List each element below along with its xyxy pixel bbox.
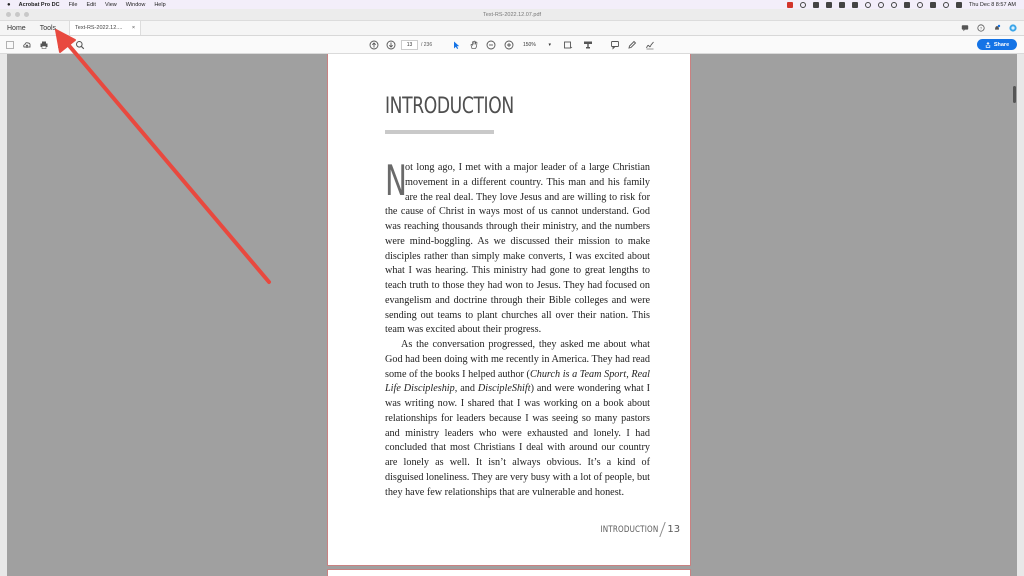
left-panel-handle[interactable] <box>0 54 7 576</box>
menu-help[interactable]: Help <box>154 2 165 8</box>
window-title-bar: Text-RS-2022.12.07.pdf <box>0 9 1024 21</box>
menu-file[interactable]: File <box>69 2 78 8</box>
previous-page-icon[interactable] <box>369 40 379 50</box>
user-avatar-icon[interactable] <box>1009 24 1017 32</box>
s-status-icon[interactable] <box>851 1 858 8</box>
paragraph-2: As the conversation progressed, they ask… <box>385 338 650 500</box>
page-body-text[interactable]: Not long ago, I met with a major leader … <box>385 156 650 500</box>
paragraph-1-text: ot long ago, I met with a major leader o… <box>385 162 650 336</box>
select-cursor-icon[interactable] <box>451 40 461 50</box>
page-footer: INTRODUCTION 13 <box>586 522 680 537</box>
hand-tool-icon[interactable] <box>469 40 479 50</box>
chart-status-icon[interactable] <box>838 1 845 8</box>
separator-2: , and <box>454 383 478 395</box>
menu-view[interactable]: View <box>105 2 117 8</box>
close-window-button[interactable] <box>6 12 11 17</box>
svg-text:?: ? <box>980 26 983 31</box>
macos-menu-bar: ● Acrobat Pro DC File Edit View Window H… <box>0 0 1024 9</box>
help-icon[interactable]: ? <box>977 24 985 32</box>
comment-icon[interactable] <box>961 24 969 32</box>
highlight-pen-icon[interactable] <box>627 40 637 50</box>
footer-running-head: INTRODUCTION <box>600 524 659 535</box>
tab-bar: Home Tools Text-RS-2022.12.... × ? <box>0 21 1024 36</box>
notification-bell-icon[interactable] <box>993 24 1001 32</box>
zoom-window-button[interactable] <box>24 12 29 17</box>
user-status-icon[interactable] <box>890 1 897 8</box>
spotlight-icon[interactable] <box>942 1 949 8</box>
stamp-icon[interactable] <box>583 40 593 50</box>
battery-status-icon[interactable] <box>903 1 910 8</box>
status-icons: Thu Dec 8 8:57 AM <box>786 1 1024 8</box>
vertical-scrollbar-thumb[interactable] <box>1013 86 1016 103</box>
info-status-icon[interactable] <box>877 1 884 8</box>
tab-bar-actions: ? <box>961 21 1024 35</box>
page-fit-icon[interactable] <box>563 40 573 50</box>
extension-status-icon[interactable] <box>825 1 832 8</box>
mail-icon[interactable] <box>57 40 67 50</box>
menu-app-name[interactable]: Acrobat Pro DC <box>19 2 60 8</box>
clock-status-icon[interactable] <box>864 1 871 8</box>
share-button-label: Share <box>993 41 1010 48</box>
chapter-heading: INTRODUCTION <box>385 94 514 119</box>
window-controls <box>6 12 29 17</box>
right-panel-handle[interactable] <box>1017 54 1024 576</box>
drop-cap: N <box>385 156 407 205</box>
settings-status-icon[interactable] <box>799 1 806 8</box>
main-toolbar: 13 / 236 150% ▾ Share <box>0 36 1024 54</box>
heading-underline <box>385 130 494 134</box>
tab-document-label: Text-RS-2022.12.... <box>75 25 123 31</box>
window-title: Text-RS-2022.12.07.pdf <box>482 11 542 18</box>
timer-status-icon[interactable] <box>916 1 923 8</box>
chevron-down-icon: ▾ <box>548 42 551 48</box>
paragraph-2-end: ) and were wondering what I was writing … <box>385 383 650 498</box>
zoom-level-dropdown[interactable]: 150% ▾ <box>521 40 553 50</box>
print-icon[interactable] <box>39 40 49 50</box>
pdf-page[interactable]: INTRODUCTION Not long ago, I met with a … <box>327 54 691 566</box>
minimize-window-button[interactable] <box>15 12 20 17</box>
add-comment-icon[interactable] <box>610 40 620 50</box>
tab-home[interactable]: Home <box>0 21 33 35</box>
apple-menu-icon[interactable]: ● <box>7 2 11 8</box>
upload-cloud-icon[interactable] <box>22 40 32 50</box>
sign-icon[interactable] <box>645 40 655 50</box>
close-tab-icon[interactable]: × <box>132 25 135 31</box>
share-icon <box>985 41 991 48</box>
book-title-1: Church is a Team Sport <box>529 368 627 380</box>
clock-text[interactable]: Thu Dec 8 8:57 AM <box>969 2 1016 8</box>
zoom-out-icon[interactable] <box>486 40 496 50</box>
control-center-icon[interactable] <box>955 1 962 8</box>
next-pdf-page[interactable] <box>327 569 691 576</box>
save-icon[interactable] <box>5 40 15 50</box>
tab-document[interactable]: Text-RS-2022.12.... × <box>69 21 142 35</box>
wifi-icon[interactable] <box>929 1 936 8</box>
zoom-level-value: 150% <box>523 42 536 48</box>
share-button[interactable]: Share <box>977 39 1017 50</box>
next-page-icon[interactable] <box>386 40 396 50</box>
status-app-icon[interactable] <box>786 1 793 8</box>
tab-tools[interactable]: Tools <box>33 21 63 35</box>
cloud-status-icon[interactable] <box>812 1 819 8</box>
paragraph-1: Not long ago, I met with a major leader … <box>385 156 650 338</box>
page-number-input[interactable]: 13 <box>401 40 418 50</box>
book-title-3: DiscipleShift <box>477 383 531 395</box>
menu-window[interactable]: Window <box>126 2 146 8</box>
menu-edit[interactable]: Edit <box>86 2 95 8</box>
page-total: / 236 <box>421 42 433 48</box>
zoom-in-icon[interactable] <box>504 40 514 50</box>
footer-divider <box>659 522 667 537</box>
search-icon[interactable] <box>75 40 85 50</box>
footer-page-number: 13 <box>667 524 681 535</box>
